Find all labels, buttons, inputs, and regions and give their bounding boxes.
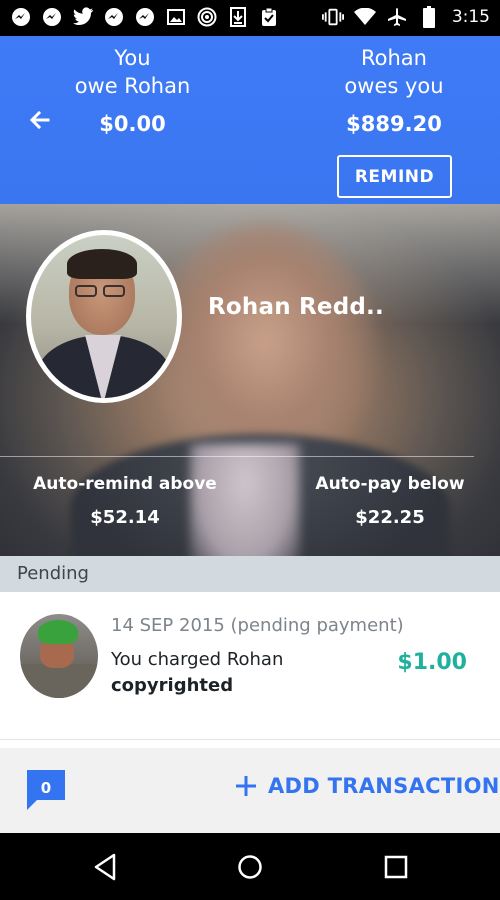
image-icon [165,6,187,28]
messenger-icon [10,6,32,28]
auto-pay-value: $22.25 [355,507,425,528]
balance-header: You owe Rohan $0.00 Rohan owes you $889.… [0,36,500,204]
nav-back-icon[interactable] [90,851,122,883]
owes-you-amount: $889.20 [346,112,442,136]
messenger-icon [134,6,156,28]
owes-you-label-line1: Rohan [361,46,427,70]
avatar[interactable] [26,230,182,403]
comments-button[interactable]: 0 [27,770,65,810]
you-owe-label-line1: You [114,46,151,70]
hotspot-icon [196,6,218,28]
avatar-photo [31,235,177,398]
system-icons: 3:15 [321,6,490,28]
auto-pay-label: Auto-pay below [315,474,465,494]
plus-icon [236,776,256,796]
you-owe-summary: You owe Rohan $0.00 [60,44,205,136]
bottom-action-bar: 0 ADD TRANSACTION [0,748,500,833]
auto-remind-label: Auto-remind above [33,474,217,494]
notification-icons [10,6,280,28]
transaction-avatar [20,614,98,698]
vibrate-icon [321,6,344,28]
divider [0,456,474,457]
add-transaction-label: ADD TRANSACTION [268,774,500,798]
clock: 3:15 [451,7,490,27]
clipboard-check-icon [258,6,280,28]
battery-icon [418,6,440,28]
transaction-note: copyrighted [111,675,234,696]
auto-pay-setting[interactable]: Auto-pay below $22.25 [300,474,480,528]
you-owe-label-line2: owe Rohan [74,74,191,98]
system-nav-bar [0,833,500,900]
wifi-icon [353,6,376,28]
airplane-icon [386,6,408,28]
contact-name: Rohan Redd.. [208,294,384,320]
transaction-amount: $1.00 [397,650,467,675]
add-transaction-button[interactable]: ADD TRANSACTION [234,774,500,798]
back-arrow-icon[interactable] [26,106,54,134]
auto-remind-value: $52.14 [90,507,160,528]
divider [0,739,500,740]
transaction-row[interactable]: 14 SEP 2015 (pending payment) You charge… [0,592,500,740]
download-icon [227,6,249,28]
transaction-date: 14 SEP 2015 (pending payment) [111,615,404,636]
messenger-icon [103,6,125,28]
remind-button[interactable]: REMIND [337,155,452,198]
nav-home-icon[interactable] [234,851,266,883]
nav-recents-icon[interactable] [380,851,412,883]
messenger-icon [41,6,63,28]
status-bar: 3:15 [0,0,500,36]
owes-you-label-line2: owes you [344,74,444,98]
transaction-description: You charged Rohan [111,649,284,670]
profile-banner: Rohan Redd.. Auto-remind above $52.14 Au… [0,204,500,556]
auto-remind-setting[interactable]: Auto-remind above $52.14 [30,474,220,528]
comment-count: 0 [40,779,52,797]
you-owe-amount: $0.00 [99,112,166,136]
owes-you-summary: Rohan owes you $889.20 [320,44,468,136]
twitter-icon [72,6,94,28]
pending-section-header: Pending [0,556,500,592]
